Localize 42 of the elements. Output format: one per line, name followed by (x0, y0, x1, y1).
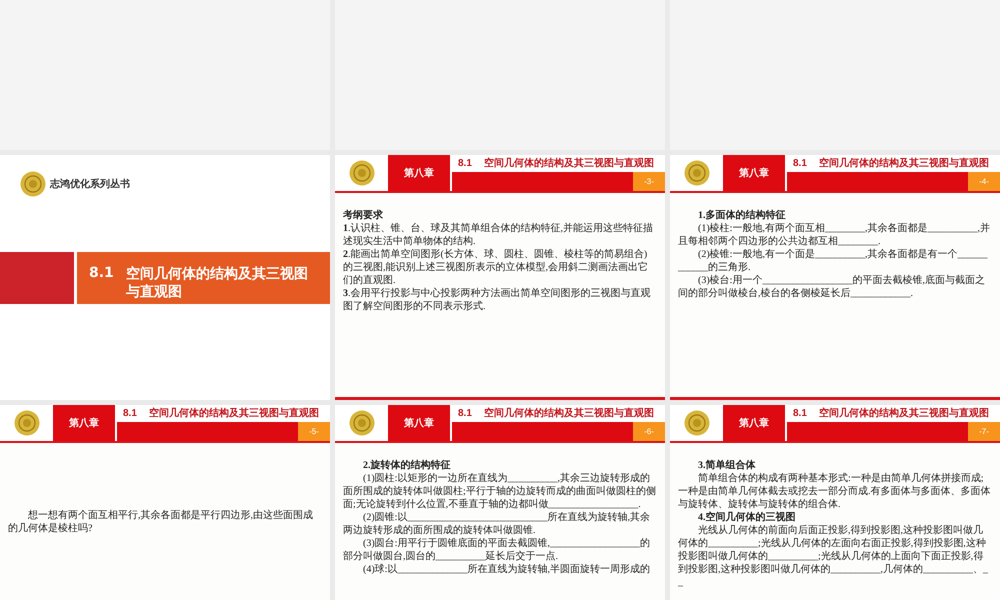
emblem-icon (20, 171, 46, 197)
section-title: 空间几何体的结构及其三视图与直观图 (484, 406, 654, 421)
brand-name: 志鸿优化系列丛书 (50, 178, 130, 192)
slide-paragraph: (2)圆锥:以____________________________所在直线为旋转轴,其余两边旋转形成的面所围成的旋转体叫做圆锥. (343, 511, 651, 537)
section-title: 空间几何体的结构及其三视图与直观图 (484, 156, 654, 171)
section-title: 空间几何体的结构及其三视图与直观图 (818, 156, 989, 171)
slide-paragraph: 1.认识柱、锥、台、球及其简单组合体的结构特征,并能运用这些特征描述现实生活中简单物体的结构. (343, 222, 654, 248)
section-number: 8.1 (123, 407, 137, 421)
slide-paragraph: 4.空间几何体的三视图 (697, 511, 796, 524)
section-number: 8.1 (458, 407, 472, 421)
page-number: -5- (298, 422, 330, 441)
slide-paragraph: (3)圆台:用平行于圆锥底面的平面去截圆锥,__________________的部分叫做圆台,圆台的__________延长后交于一点. (343, 537, 651, 563)
emblem-icon (684, 160, 710, 186)
page-number: -3- (633, 172, 665, 191)
slide-paragraph: 1.多面体的结构特征 (697, 209, 786, 222)
page-number: -6- (633, 422, 665, 441)
section-number: 8.1 (89, 264, 114, 282)
slide-paragraph: (1)棱柱:一般地,有两个面互相________,其余各面都是__________,并且每相邻两个四边形的公共边都互相________. (678, 222, 991, 248)
section-number: 8.1 (793, 157, 807, 171)
emblem-icon (348, 410, 374, 436)
page-number: -7- (968, 422, 1000, 441)
section-title: 空间几何体的结构及其三视图与直观图 (148, 406, 319, 421)
slide-paragraph: 2.旋转体的结构特征 (362, 459, 452, 472)
slide-paragraph: 考纲要求 (343, 209, 384, 222)
emblem-icon (14, 410, 40, 436)
slide-paragraph: (1)圆柱:以矩形的一边所在直线为__________,其余三边旋转形成的面所围成的旋转体叫做圆柱;平行于轴的边旋转而成的曲面叫做圆柱的侧面;无论旋转到什么位置,不垂直于轴的边都叫做__________________. (343, 472, 657, 511)
slide-paragraph: 3.简单组合体 (697, 459, 756, 472)
slide-paragraph: (3)棱台:用一个__________________的平面去截棱锥,底面与截面之间的部分叫做棱台,棱台的各侧棱延长后____________. (678, 274, 986, 300)
slide-paragraph: (4)球:以______________所在直线为旋转轴,半圆面旋转一周形成的 (362, 563, 651, 576)
section-title: 空间几何体的结构及其三视图与直观图 (126, 264, 309, 300)
slide-paragraph: (2)棱锥:一般地,有一个面是__________,其余各面都是有一个____________的三角形. (678, 248, 988, 274)
emblem-icon (348, 160, 374, 186)
page-number: -4- (968, 172, 1000, 191)
section-number: 8.1 (458, 157, 472, 171)
slide-paragraph: 2.能画出简单空间图形(长方体、球、圆柱、圆锥、棱柱等的简易组合)的三视图,能识别上述三视图所表示的立体模型,会用斜二测画法画出它们的直观图. (343, 248, 649, 287)
emblem-icon (684, 410, 710, 436)
slide-paragraph: 简单组合体的构成有两种基本形式:一种是由简单几何体拼接而成;一种是由简单几何体截去或挖去一部分而成.有多面体与多面体、多面体与旋转体、旋转体与旋转体的组合体. (678, 472, 992, 511)
slide-paragraph: 3.会用平行投影与中心投影两种方法画出简单空间图形的三视图与直观图了解空间图形的不同表示形式. (343, 287, 652, 313)
slide-paragraph: 光线从几何体的前面向后面正投影,得到投影图,这种投影图叫做几何体的__________;光线从几何体的左面向右面正投影,得到投影图,这种投影图叫做几何体的__________;光线从几何体的上面向下面正投影,得到投影图,这种投影图叫做几何体的__________,几何体的__________、__ (678, 524, 989, 589)
section-title: 空间几何体的结构及其三视图与直观图 (818, 406, 989, 421)
slide-paragraph: 想一想有两个面互相平行,其余各面都是平行四边形,由这些面围成的几何体是棱柱吗? (8, 509, 314, 535)
section-number: 8.1 (793, 407, 807, 421)
